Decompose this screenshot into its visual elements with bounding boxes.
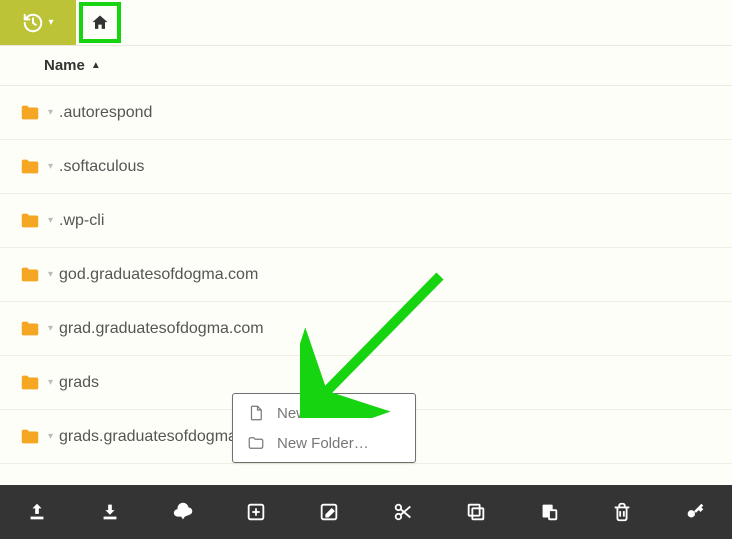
row-caret-icon[interactable]: ▾ bbox=[48, 323, 53, 334]
folder-outline-icon bbox=[247, 434, 265, 452]
folder-name: .autorespond bbox=[59, 104, 152, 122]
folder-icon bbox=[16, 156, 44, 178]
folder-name: grads bbox=[59, 374, 99, 392]
column-header-name[interactable]: Name ▲ bbox=[0, 46, 732, 86]
history-icon bbox=[22, 12, 44, 34]
folder-icon bbox=[16, 102, 44, 124]
row-caret-icon[interactable]: ▾ bbox=[48, 431, 53, 442]
home-button[interactable] bbox=[79, 2, 121, 43]
column-label: Name bbox=[44, 57, 85, 74]
context-label: New File… bbox=[277, 405, 350, 422]
copy-icon bbox=[465, 501, 487, 523]
folder-row[interactable]: ▾ .softaculous bbox=[0, 140, 732, 194]
bottom-toolbar bbox=[0, 485, 732, 539]
folder-name: grad.graduatesofdogma.com bbox=[59, 320, 264, 338]
folder-name: god.graduatesofdogma.com bbox=[59, 266, 258, 284]
folder-row[interactable]: ▾ god.graduatesofdogma.com bbox=[0, 248, 732, 302]
folder-icon bbox=[16, 264, 44, 286]
row-caret-icon[interactable]: ▾ bbox=[48, 161, 53, 172]
folder-name: .softaculous bbox=[59, 158, 144, 176]
upload-button[interactable] bbox=[0, 501, 73, 523]
plus-square-icon bbox=[245, 501, 267, 523]
folder-row[interactable]: ▾ grad.graduatesofdogma.com bbox=[0, 302, 732, 356]
history-button[interactable]: ▾ bbox=[0, 0, 76, 45]
edit-icon bbox=[318, 501, 340, 523]
permissions-button[interactable] bbox=[659, 501, 732, 523]
context-new-folder[interactable]: New Folder… bbox=[233, 428, 415, 458]
dropdown-caret-icon: ▾ bbox=[48, 17, 53, 28]
context-new-file[interactable]: New File… bbox=[233, 398, 415, 428]
folder-row[interactable]: ▾ .autorespond bbox=[0, 86, 732, 140]
folder-name: .wp-cli bbox=[59, 212, 104, 230]
folder-icon bbox=[16, 210, 44, 232]
context-label: New Folder… bbox=[277, 435, 369, 452]
trash-icon bbox=[611, 501, 633, 523]
edit-button[interactable] bbox=[293, 501, 366, 523]
paste-button[interactable] bbox=[512, 501, 585, 523]
copy-button[interactable] bbox=[439, 501, 512, 523]
scissors-icon bbox=[392, 501, 414, 523]
row-caret-icon[interactable]: ▾ bbox=[48, 377, 53, 388]
sort-ascending-icon: ▲ bbox=[91, 60, 101, 71]
folder-icon bbox=[16, 372, 44, 394]
new-button[interactable] bbox=[220, 501, 293, 523]
cloud-download-button[interactable] bbox=[146, 501, 219, 523]
cloud-download-icon bbox=[172, 501, 194, 523]
top-bar: ▾ bbox=[0, 0, 732, 46]
folder-icon bbox=[16, 318, 44, 340]
upload-icon bbox=[26, 501, 48, 523]
key-icon bbox=[684, 501, 706, 523]
row-caret-icon[interactable]: ▾ bbox=[48, 269, 53, 280]
row-caret-icon[interactable]: ▾ bbox=[48, 215, 53, 226]
home-icon bbox=[90, 13, 110, 33]
download-button[interactable] bbox=[73, 501, 146, 523]
cut-button[interactable] bbox=[366, 501, 439, 523]
file-icon bbox=[247, 404, 265, 422]
folder-icon bbox=[16, 426, 44, 448]
download-icon bbox=[99, 501, 121, 523]
row-caret-icon[interactable]: ▾ bbox=[48, 107, 53, 118]
delete-button[interactable] bbox=[586, 501, 659, 523]
folder-row[interactable]: ▾ .wp-cli bbox=[0, 194, 732, 248]
context-menu: New File… New Folder… bbox=[232, 393, 416, 463]
paste-icon bbox=[538, 501, 560, 523]
